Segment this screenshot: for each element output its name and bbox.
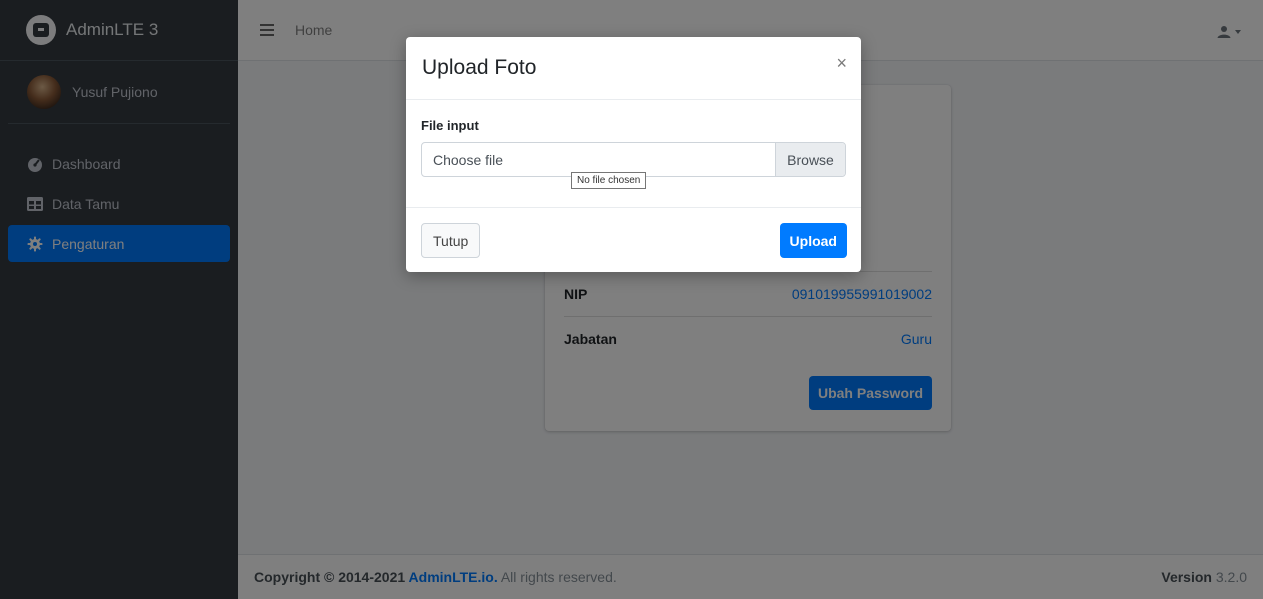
upload-button[interactable]: Upload [779, 223, 847, 258]
file-input-label: File input [421, 118, 479, 133]
modal-header: Upload Foto × [406, 37, 861, 100]
file-input-text: Choose file [433, 151, 504, 168]
no-file-tooltip: No file chosen [571, 172, 647, 189]
modal-footer: Tutup Upload [406, 208, 861, 272]
modal-body: File input Choose file Browse [406, 100, 861, 208]
browse-button[interactable]: Browse [775, 143, 845, 176]
modal-title: Upload Foto [422, 56, 537, 79]
close-button[interactable]: Tutup [421, 223, 481, 258]
close-icon[interactable]: × [836, 53, 847, 74]
upload-photo-modal: Upload Foto × File input Choose file Bro… [406, 37, 861, 272]
